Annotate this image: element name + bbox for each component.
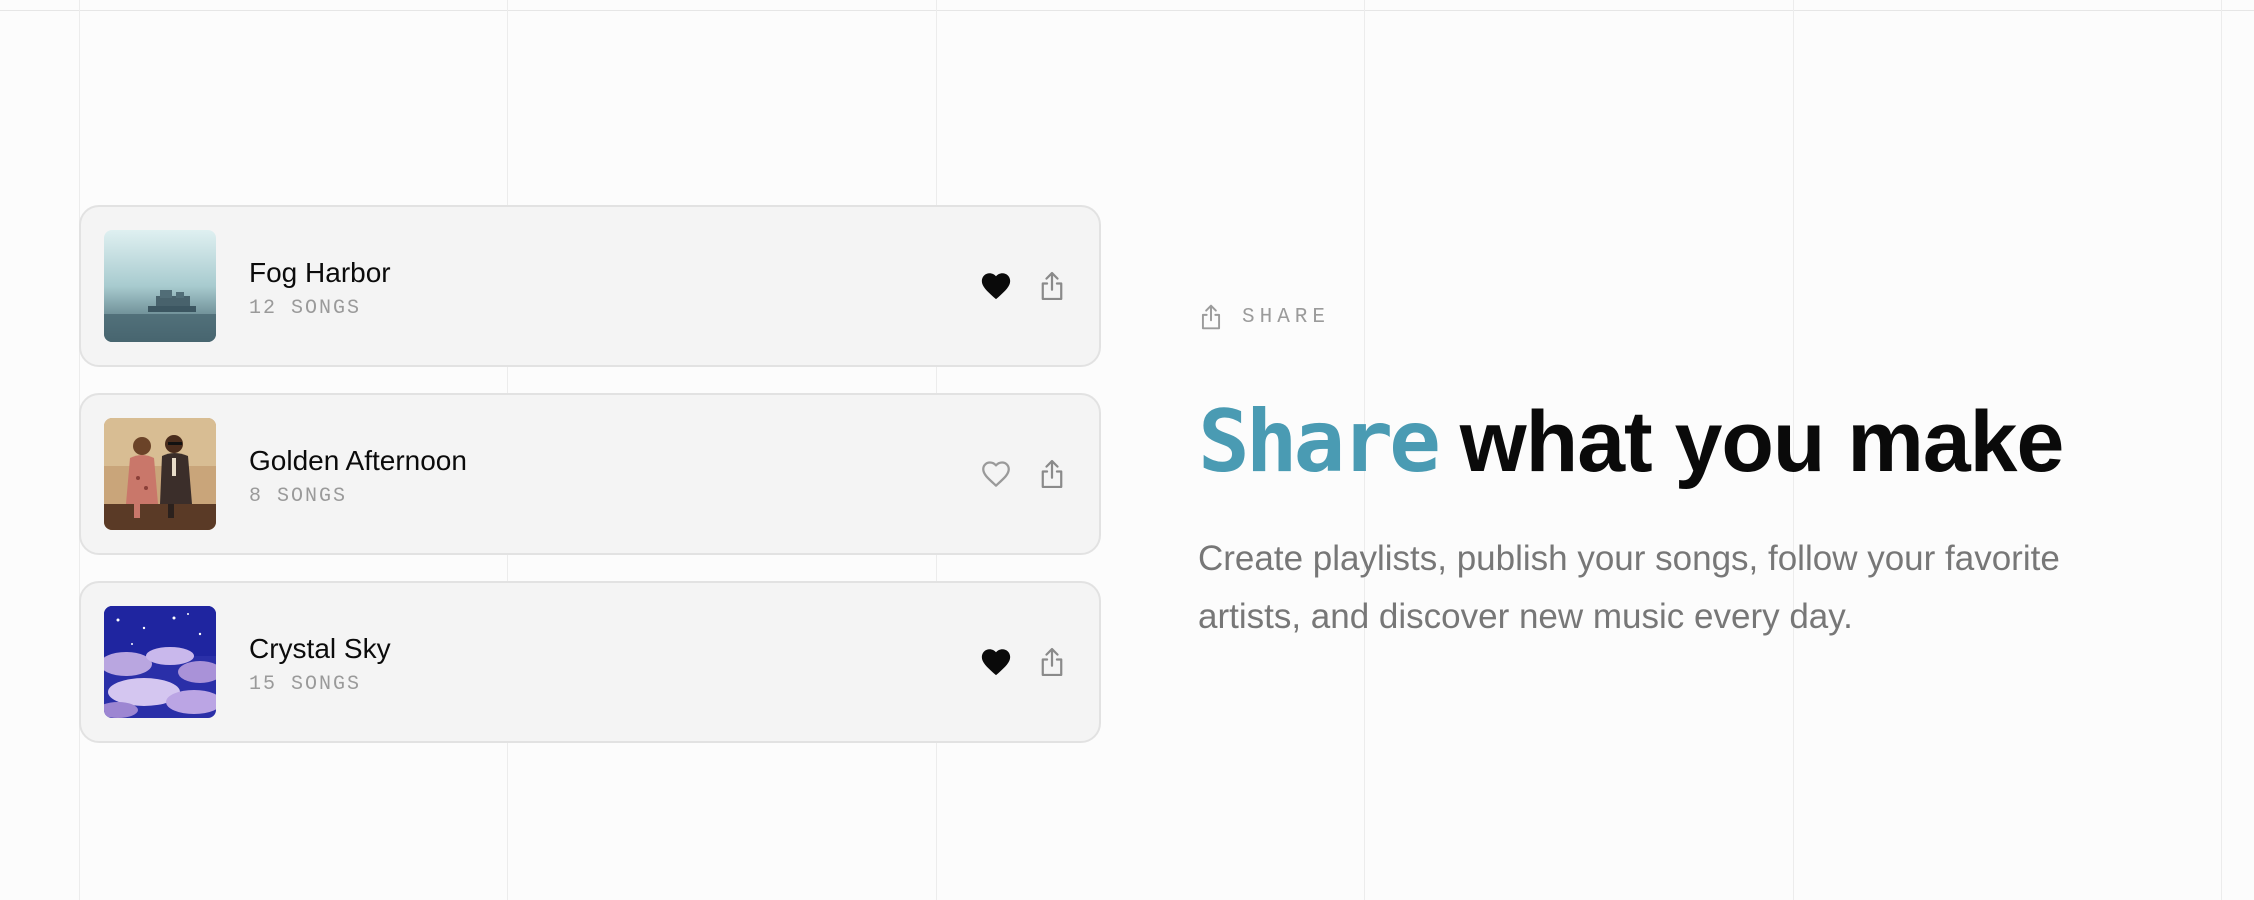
playlist-title: Crystal Sky bbox=[249, 633, 391, 664]
playlist-title: Golden Afternoon bbox=[249, 445, 467, 476]
playlist-card[interactable]: Golden Afternoon 8 SONGS bbox=[79, 393, 1101, 555]
share-icon bbox=[1041, 647, 1063, 677]
starry-cloud-artwork-icon bbox=[104, 606, 216, 718]
playlist-list: Fog Harbor 12 SONGS Golden Afternoon 8 S… bbox=[79, 205, 1101, 769]
heart-filled-icon bbox=[981, 273, 1011, 300]
section-eyebrow: SHARE bbox=[1198, 300, 1330, 334]
share-button[interactable] bbox=[1037, 646, 1067, 678]
like-button[interactable] bbox=[979, 457, 1013, 491]
hero-description: Create playlists, publish your songs, fo… bbox=[1198, 539, 2060, 636]
playlist-song-count: 15 SONGS bbox=[249, 673, 362, 696]
eyebrow-label: SHARE bbox=[1242, 305, 1331, 329]
playlist-song-count: 12 SONGS bbox=[249, 297, 362, 320]
playlist-title: Fog Harbor bbox=[249, 257, 391, 288]
playlist-song-count: 8 SONGS bbox=[249, 485, 348, 508]
page-headline: Share what you make bbox=[1198, 390, 2065, 494]
grid-line bbox=[2221, 0, 2222, 900]
like-button[interactable] bbox=[979, 269, 1013, 303]
playlist-artwork bbox=[104, 418, 216, 530]
share-icon bbox=[1041, 271, 1063, 301]
playlist-artwork bbox=[104, 606, 216, 718]
like-button[interactable] bbox=[979, 645, 1013, 679]
playlist-card[interactable]: Fog Harbor 12 SONGS bbox=[79, 205, 1101, 367]
share-icon bbox=[1041, 459, 1063, 489]
vintage-couple-artwork-icon bbox=[104, 418, 216, 530]
misty-harbor-artwork-icon bbox=[104, 230, 216, 342]
top-divider bbox=[0, 10, 2254, 11]
headline-text: what you make bbox=[1436, 394, 2065, 490]
playlist-artwork bbox=[104, 230, 216, 342]
heart-outline-icon bbox=[982, 461, 1010, 487]
share-button[interactable] bbox=[1037, 458, 1067, 490]
share-button[interactable] bbox=[1037, 270, 1067, 302]
headline-accent: Share bbox=[1198, 392, 1441, 492]
heart-filled-icon bbox=[981, 649, 1011, 676]
share-icon bbox=[1198, 303, 1224, 331]
playlist-card[interactable]: Crystal Sky 15 SONGS bbox=[79, 581, 1101, 743]
